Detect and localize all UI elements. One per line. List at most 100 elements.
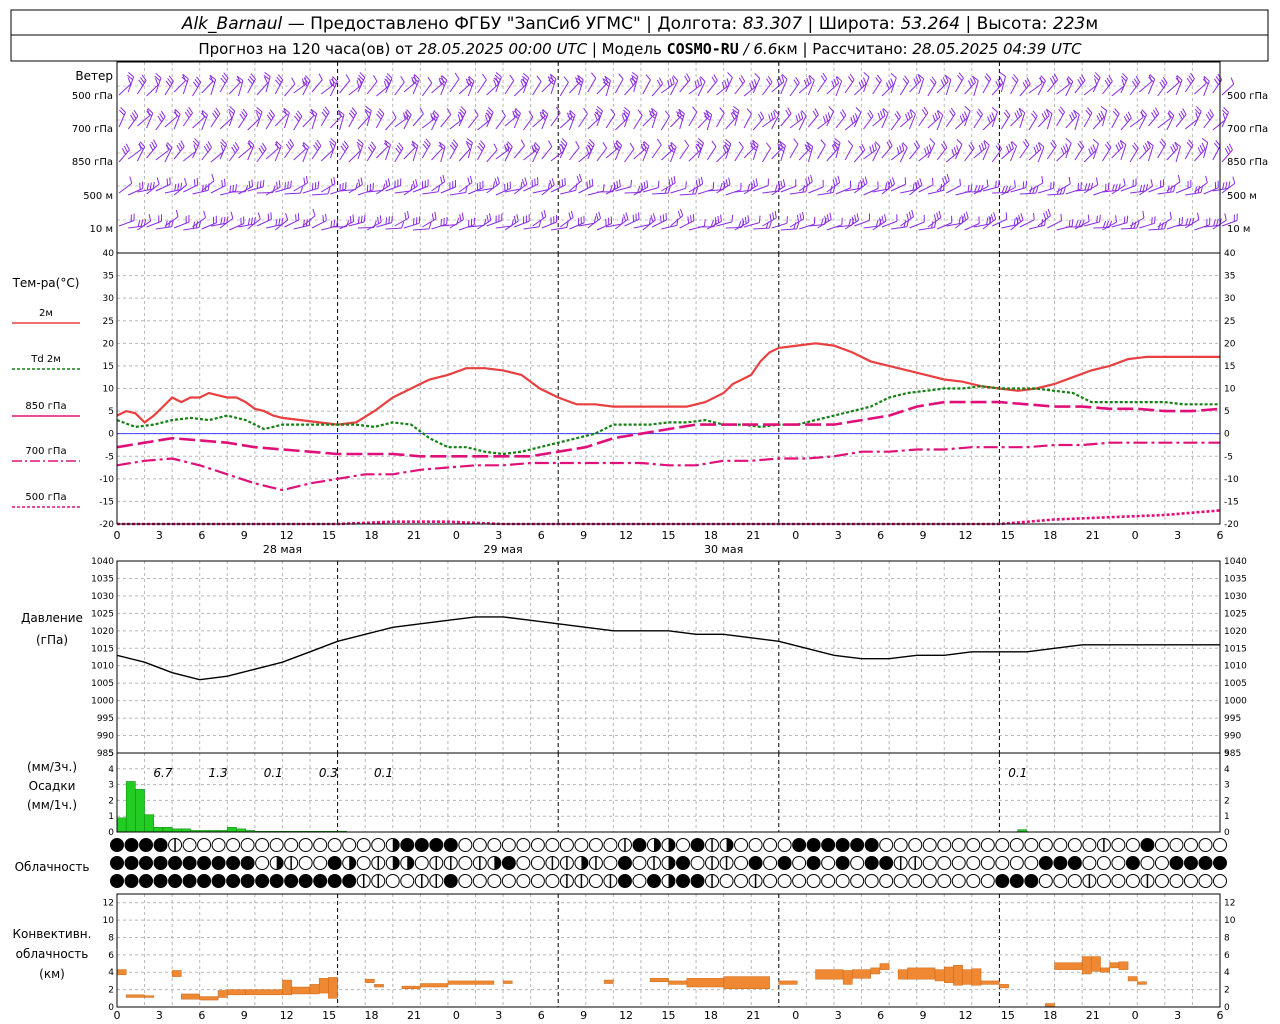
precip-tick-left: 2: [108, 796, 114, 806]
precip-bar: [162, 827, 173, 833]
cloud-cover-circle: [1038, 874, 1053, 888]
temperature-tick-right: 5: [1224, 407, 1230, 417]
precip-bar: [227, 827, 237, 833]
convective-cloud-bar: [199, 996, 219, 1001]
cloud-cover-symbol: [922, 838, 937, 852]
cloud-cover-circle: [1067, 856, 1082, 870]
wind-barb-feather: [1033, 212, 1035, 221]
cloud-cover-symbol: [1213, 838, 1227, 852]
latitude-value: 53.264: [901, 14, 960, 34]
cloud-cover-symbol: [153, 838, 168, 852]
cloud-cover-symbol: [574, 856, 589, 870]
cloud-cover-symbol: [690, 856, 705, 870]
cloud-cover-symbol: [966, 856, 981, 870]
cloud-cover-circle: [487, 838, 502, 852]
convective-cloud-bar: [374, 984, 384, 988]
hour-tick-label: 9: [580, 529, 587, 542]
cloud-cover-symbol: [458, 874, 473, 888]
cloud-cover-symbol: [1154, 838, 1169, 852]
wind-barb-feather: [391, 215, 393, 223]
cloud-cover-symbol: [835, 838, 850, 852]
cloud-cover-symbol: [1009, 874, 1024, 888]
cloud-cover-circle: [1125, 874, 1140, 888]
cloud-cover-symbol: [356, 838, 371, 852]
cloud-cover-circle: [298, 874, 313, 888]
cloud-cover-circle: [1096, 856, 1111, 870]
cloud-cover-symbol: [792, 856, 807, 870]
wind-barb-feather: [221, 180, 223, 188]
convective-cloud-bar: [1118, 961, 1129, 970]
cloud-cover-symbol: [487, 856, 502, 870]
temperature-tick-right: -15: [1224, 497, 1239, 507]
forecast-length: Прогноз на 120 часа(ов) от: [198, 40, 417, 58]
cloud-cover-symbol: [893, 874, 908, 888]
temperature-tick-left: 15: [103, 362, 114, 372]
cloud-cover-circle: [588, 874, 603, 888]
convective-panel-unit: (км): [39, 967, 65, 981]
convective-cloud-bar: [953, 965, 963, 986]
hour-tick-label: 21: [1086, 1009, 1100, 1022]
cloud-cover-symbol: [327, 874, 342, 888]
pressure-tick-left: 1000: [91, 697, 114, 707]
cloud-cover-symbol: [1213, 856, 1227, 870]
hour-tick-label: 3: [495, 1009, 502, 1022]
cloud-cover-symbol: [835, 874, 850, 888]
cloud-cover-circle: [1053, 838, 1068, 852]
cloud-cover-symbol: [748, 838, 763, 852]
hour-tick-label: 15: [662, 1009, 676, 1022]
cloud-cover-symbol: [1024, 856, 1039, 870]
convective-cloud-bar: [1109, 962, 1120, 969]
cloud-cover-symbol: [646, 856, 661, 870]
cloud-cover-circle: [806, 856, 821, 870]
cloud-cover-symbol: [487, 874, 502, 888]
cloud-cover-symbol: [734, 856, 749, 870]
temperature-tick-left: 40: [103, 249, 115, 259]
hour-tick-label: 12: [619, 529, 633, 542]
cloud-cover-circle: [690, 856, 705, 870]
precip-tick-left: 4: [108, 765, 114, 775]
cloud-cover-symbol: [472, 874, 487, 888]
precip-unit-3h: (мм/3ч.): [27, 760, 77, 774]
cloud-cover-circle: [1125, 838, 1140, 852]
cloud-cover-symbol: [429, 838, 444, 852]
wind-barb-feather: [314, 182, 317, 190]
cloud-cover-circle: [516, 874, 531, 888]
cloud-cover-symbol: [255, 856, 270, 870]
hour-tick-label: 15: [322, 1009, 336, 1022]
cloud-cover-circle: [734, 874, 749, 888]
cloud-cover-symbol: [1067, 874, 1082, 888]
hour-tick-label: 21: [407, 529, 421, 542]
cloud-cover-circle: [530, 856, 545, 870]
cloud-cover-circle: [763, 874, 778, 888]
convective-tick-left: 12: [103, 899, 114, 909]
wind-barb-feather: [1151, 217, 1153, 225]
wind-barb-feather: [223, 178, 226, 186]
cloud-cover-circle: [995, 856, 1010, 870]
pressure-tick-left: 1035: [91, 574, 114, 584]
cloud-cover-symbol: [429, 874, 444, 888]
hour-tick-label: 0: [114, 529, 121, 542]
cloud-cover-circle: [821, 838, 836, 852]
convective-cloud-bar: [1100, 967, 1110, 973]
cloud-cover-circle: [617, 874, 632, 888]
cloud-cover-circle: [1183, 874, 1198, 888]
cloud-cover-circle: [777, 838, 792, 852]
cloud-cover-circle: [646, 874, 661, 888]
wind-barb-feather: [311, 183, 314, 191]
cloud-cover-symbol: [197, 874, 212, 888]
cloud-cover-symbol: [690, 838, 705, 852]
cloud-cover-symbol: [734, 838, 749, 852]
cloud-cover-symbol: [400, 838, 415, 852]
cloud-cover-symbol: [574, 874, 589, 888]
cloud-cover-circle: [806, 874, 821, 888]
cloud-cover-circle: [937, 856, 952, 870]
cloud-cover-symbol: [1024, 874, 1039, 888]
cloud-cover-circle: [1169, 874, 1184, 888]
cloud-cover-symbol: [951, 856, 966, 870]
cloud-cover-circle: [1111, 838, 1126, 852]
temperature-tick-left: -10: [99, 475, 114, 485]
cloud-cover-symbol: [777, 874, 792, 888]
cloud-cover-symbol: [574, 838, 589, 852]
cloud-cover-circle: [516, 838, 531, 852]
cloud-cover-circle: [893, 874, 908, 888]
